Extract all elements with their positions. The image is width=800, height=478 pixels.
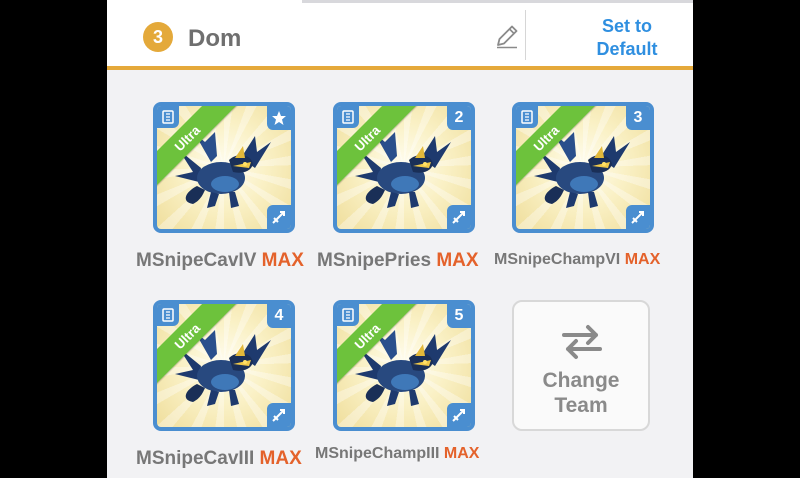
dragon-name: MSnipeChampIII [315, 445, 440, 462]
dragon-card-3[interactable]: Ultra 3 [512, 102, 654, 233]
change-team-line2: Team [554, 394, 608, 417]
set-default-line2: Default [596, 39, 658, 59]
slot-number-badge: 3 [626, 106, 650, 130]
book-icon [157, 106, 179, 128]
sniper-class-icon [267, 403, 291, 427]
pencil-icon[interactable] [493, 22, 521, 50]
dragon-label-5: MSnipeChampIII MAX [315, 445, 479, 463]
dragon-name: MSnipeCavIV [136, 250, 257, 271]
sniper-class-icon [626, 205, 650, 229]
dragon-level: MAX [259, 448, 302, 469]
header-divider [525, 10, 526, 60]
leader-star-icon [267, 106, 291, 130]
dragon-level: MAX [443, 445, 480, 462]
dragon-card-2[interactable]: Ultra 2 [333, 102, 475, 233]
dragon-name: MSnipeChampVI [494, 251, 621, 268]
header-top-line [302, 0, 693, 3]
book-icon [337, 106, 359, 128]
set-default-line1: Set to [601, 16, 652, 36]
dragon-label-4: MSnipeCavIII MAX [136, 448, 302, 470]
dragon-card-5[interactable]: Ultra 5 [333, 300, 475, 431]
dragon-label-1: MSnipeCavIV MAX [136, 250, 304, 272]
slot-number-badge: 4 [267, 304, 291, 328]
dragon-name: MSnipePries [317, 250, 432, 271]
book-icon [516, 106, 538, 128]
change-team-button[interactable]: Change Team [512, 300, 650, 431]
sniper-class-icon [267, 205, 291, 229]
dragon-level: MAX [624, 251, 661, 268]
dragon-level: MAX [436, 250, 479, 271]
sniper-class-icon [447, 403, 471, 427]
dragon-level: MAX [261, 250, 304, 271]
dragon-card-1[interactable]: Ultra [153, 102, 295, 233]
swap-arrows-icon [562, 325, 602, 359]
change-team-line1: Change [542, 369, 620, 392]
set-to-default-button[interactable]: Set to Default [567, 15, 687, 61]
sniper-class-icon [447, 205, 471, 229]
team-header: 3 Dom Set to Default [107, 0, 693, 66]
book-icon [157, 304, 179, 326]
header-rule [107, 66, 693, 70]
slot-number-badge: 5 [447, 304, 471, 328]
team-name: Dom [188, 25, 242, 52]
dragon-label-3: MSnipeChampVI MAX [494, 251, 660, 269]
dragon-name: MSnipeCavIII [136, 448, 255, 469]
book-icon [337, 304, 359, 326]
team-panel: 3 Dom Set to Default Ultra MSnipeCavIV M… [107, 0, 693, 478]
dragon-label-2: MSnipePries MAX [317, 250, 479, 272]
team-number-badge: 3 [143, 22, 173, 52]
dragon-card-4[interactable]: Ultra 4 [153, 300, 295, 431]
slot-number-badge: 2 [447, 106, 471, 130]
